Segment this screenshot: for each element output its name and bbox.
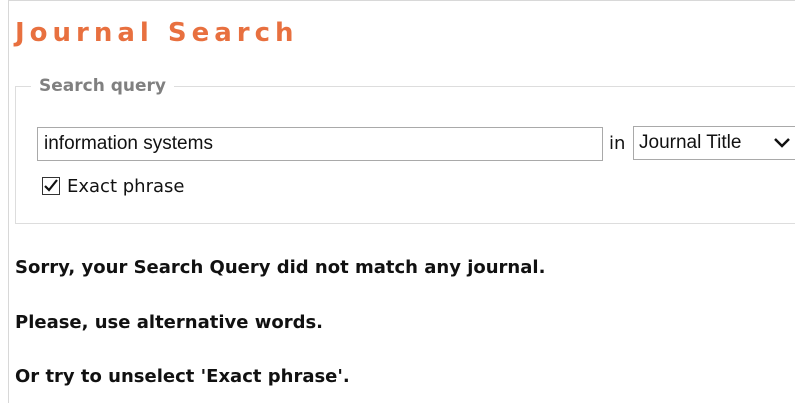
alternative-words-message: Please, use alternative words. bbox=[15, 312, 324, 333]
search-field-selected: Journal Title bbox=[639, 132, 742, 153]
no-match-message: Sorry, your Search Query did not match a… bbox=[15, 257, 546, 278]
search-query-legend: Search query bbox=[31, 74, 174, 98]
in-label: in bbox=[609, 133, 626, 154]
exact-phrase-option[interactable]: Exact phrase bbox=[42, 175, 212, 199]
search-input[interactable] bbox=[37, 127, 603, 161]
chevron-down-icon bbox=[774, 138, 790, 148]
search-field-select[interactable]: Journal Title bbox=[633, 126, 795, 160]
unselect-exact-phrase-message: Or try to unselect 'Exact phrase'. bbox=[15, 366, 350, 387]
page-title: Journal Search bbox=[15, 18, 299, 48]
exact-phrase-label: Exact phrase bbox=[67, 176, 185, 197]
exact-phrase-checkbox[interactable] bbox=[42, 177, 60, 195]
